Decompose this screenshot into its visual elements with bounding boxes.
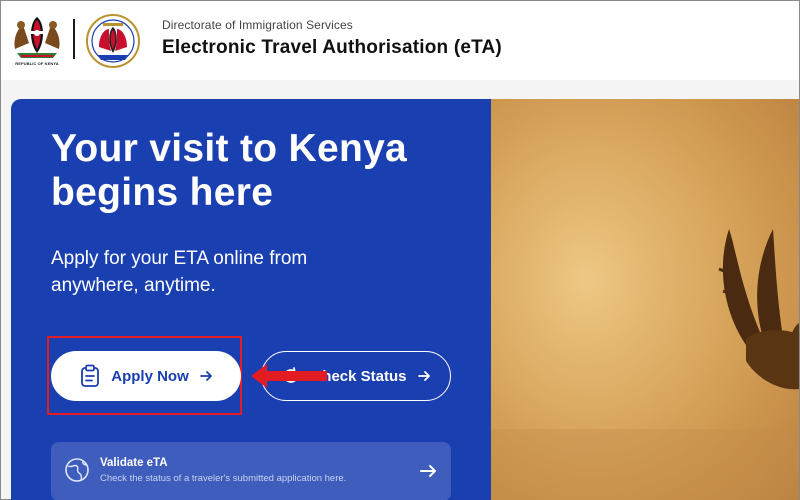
hero-title: Your visit to Kenya begins here [51, 127, 408, 214]
apply-now-button[interactable]: Apply Now [51, 351, 241, 401]
clipboard-icon [81, 364, 100, 387]
apply-now-label: Apply Now [111, 367, 189, 385]
globe-icon [65, 458, 89, 482]
department-name: Directorate of Immigration Services [162, 18, 353, 32]
arrow-right-icon [417, 371, 430, 381]
hero-subtitle: Apply for your ETA online from anywhere,… [51, 248, 308, 296]
validate-eta-title: Validate eTA [100, 457, 168, 469]
hero-panel: Your visit to Kenya begins here Apply fo… [11, 99, 491, 500]
header-text: Directorate of Immigration Services Elec… [162, 18, 502, 59]
antelope-silhouette-image [491, 99, 799, 500]
arrow-right-icon [420, 465, 436, 477]
validate-eta-description: Check the status of a traveler's submitt… [100, 473, 347, 484]
coat-of-arms-caption: REPUBLIC OF KENYA [15, 61, 59, 66]
site-header: REPUBLIC OF KENYA Directorate of Immigra… [1, 1, 799, 80]
red-pointer-arrow-icon [251, 364, 327, 388]
header-divider [73, 19, 75, 59]
arrow-right-icon [199, 371, 212, 381]
kenya-coat-of-arms-logo[interactable]: REPUBLIC OF KENYA [9, 11, 65, 69]
immigration-emblem-logo[interactable] [85, 13, 141, 69]
hero-savanna-image [491, 99, 799, 500]
validate-eta-card[interactable]: Validate eTA Check the status of a trave… [51, 442, 451, 500]
site-title: Electronic Travel Authorisation (eTA) [162, 37, 502, 58]
